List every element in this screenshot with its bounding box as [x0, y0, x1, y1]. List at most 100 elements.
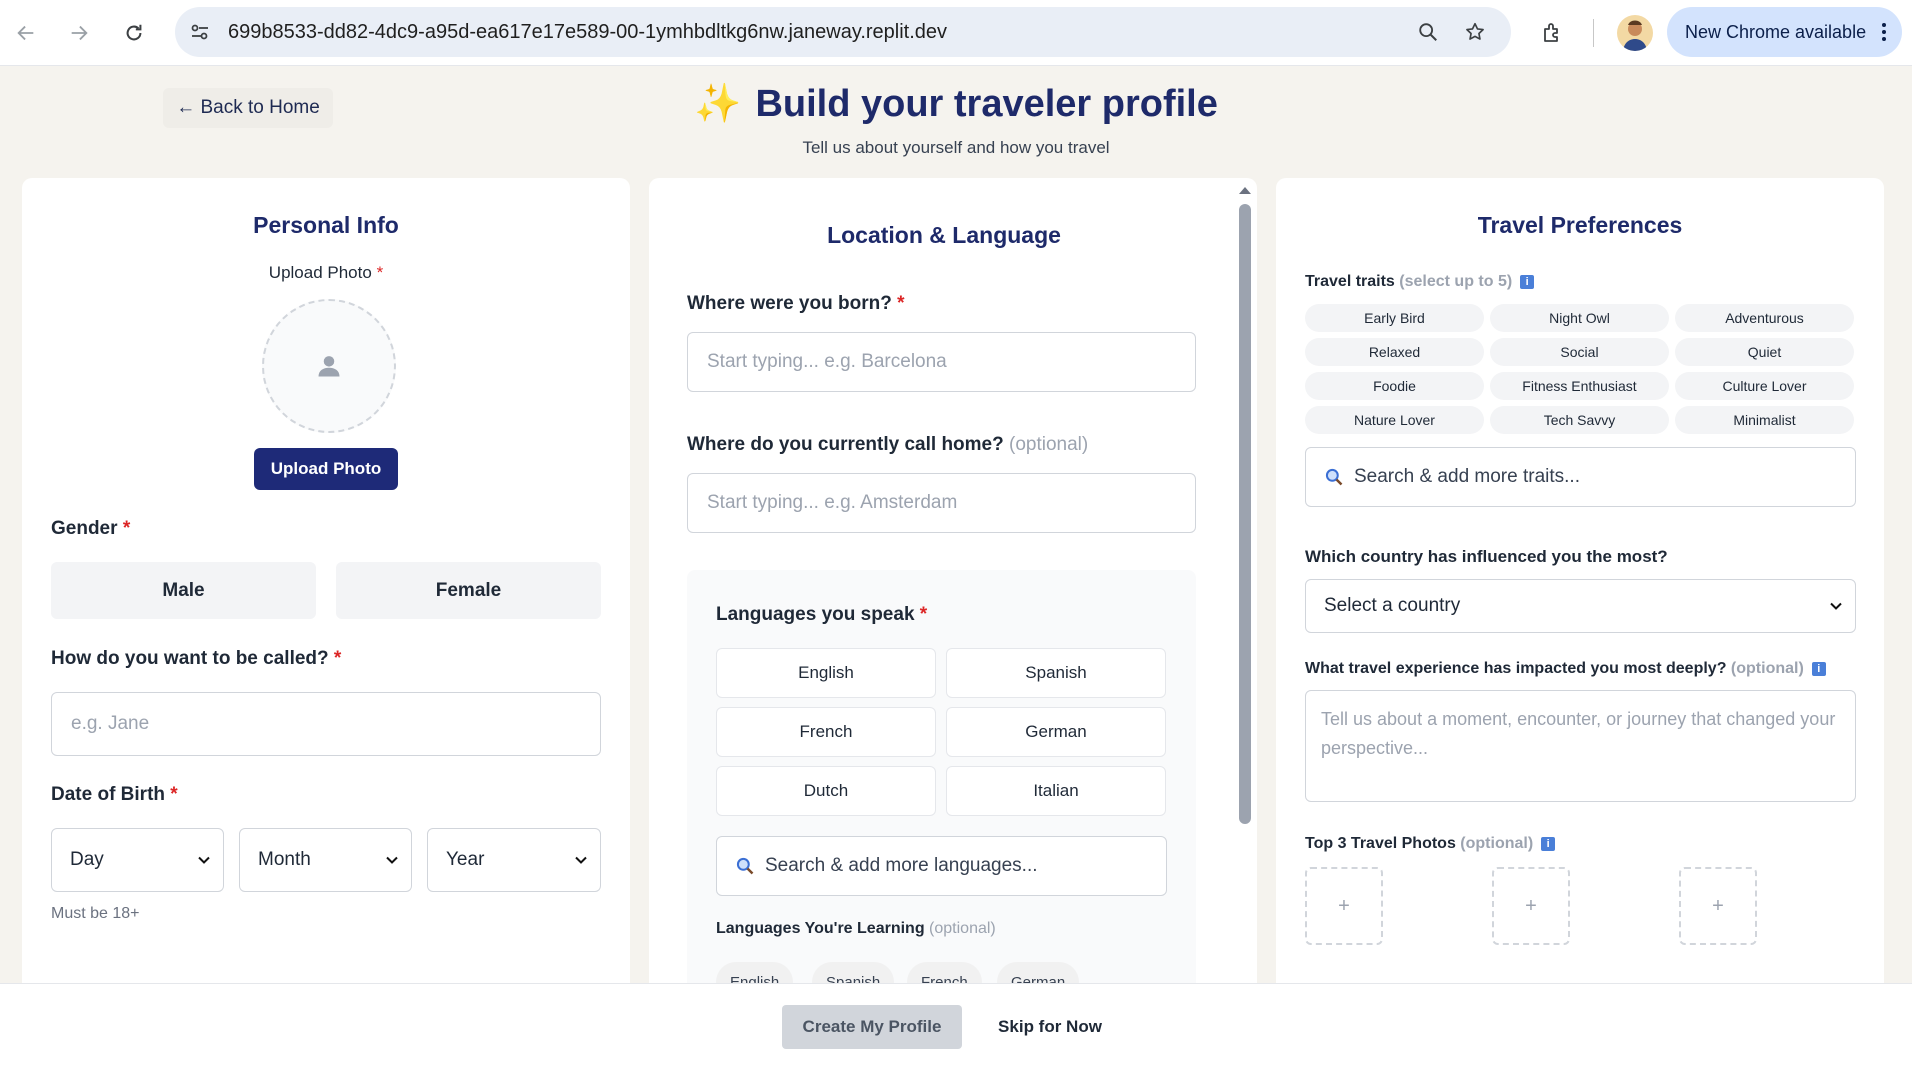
trait-search-placeholder: Search & add more traits... [1354, 466, 1580, 487]
forward-arrow-icon[interactable] [60, 14, 98, 52]
home-input[interactable]: Start typing... e.g. Amsterdam [687, 473, 1196, 533]
update-label: New Chrome available [1685, 22, 1867, 42]
name-label: How do you want to be called? * [51, 648, 341, 670]
chevron-down-icon [198, 856, 210, 864]
scrollbar-thumb[interactable] [1239, 204, 1251, 824]
info-icon[interactable]: i [1541, 837, 1556, 851]
learning-label: Languages You're Learning (optional) [716, 920, 996, 938]
trait-search-input[interactable]: Search & add more traits... [1305, 447, 1856, 507]
born-label-text: Where were you born? [687, 293, 892, 314]
required-mark: * [333, 648, 342, 669]
gender-female-button[interactable]: Female [336, 562, 601, 619]
traits-hint: (select up to 5) [1399, 273, 1513, 290]
language-english[interactable]: English [716, 648, 936, 698]
upload-photo-button[interactable]: Upload Photo [254, 448, 398, 490]
dob-month-value: Month [258, 849, 311, 870]
photos-optional: (optional) [1460, 835, 1534, 852]
skip-button[interactable]: Skip for Now [990, 1005, 1110, 1049]
country-select[interactable]: Select a country [1305, 579, 1856, 633]
born-label: Where were you born? * [687, 293, 905, 315]
url-text[interactable]: 699b8533-dd82-4dc9-a95d-ea617e17e589-00-… [228, 7, 947, 57]
dob-label-text: Date of Birth [51, 784, 165, 805]
chevron-down-icon [1830, 602, 1842, 610]
bookmark-star-icon[interactable] [1462, 19, 1488, 45]
language-search-input[interactable]: Search & add more languages... [716, 836, 1167, 896]
experience-textarea[interactable]: Tell us about a moment, encounter, or jo… [1305, 690, 1856, 802]
travel-preferences-card: Travel Preferences Travel traits (select… [1276, 178, 1884, 1008]
photos-label: Top 3 Travel Photos (optional) i [1305, 835, 1556, 853]
language-spanish[interactable]: Spanish [946, 648, 1166, 698]
trait-chip[interactable]: Nature Lover [1305, 406, 1484, 434]
travel-photo-slot-1[interactable]: + [1305, 867, 1383, 945]
trait-chip[interactable]: Night Owl [1490, 304, 1669, 332]
browser-toolbar: 699b8533-dd82-4dc9-a95d-ea617e17e589-00-… [0, 0, 1912, 66]
dob-day-select[interactable]: Day [51, 828, 224, 892]
traits-label: Travel traits (select up to 5) i [1305, 273, 1535, 291]
toolbar-divider [1593, 19, 1594, 47]
trait-chip[interactable]: Fitness Enthusiast [1490, 372, 1669, 400]
location-language-title: Location & Language [827, 222, 1061, 248]
info-icon[interactable]: i [1811, 662, 1826, 676]
scroll-up-arrow-icon[interactable] [1237, 183, 1253, 197]
profile-avatar[interactable] [1617, 15, 1653, 51]
extensions-icon[interactable] [1533, 14, 1571, 52]
trait-chip[interactable]: Minimalist [1675, 406, 1854, 434]
dob-hint: Must be 18+ [51, 905, 140, 922]
gender-male-button[interactable]: Male [51, 562, 316, 619]
reload-icon[interactable] [115, 14, 153, 52]
page-subtitle: Tell us about yourself and how you trave… [802, 138, 1110, 157]
page-title-text: Build your traveler profile [755, 83, 1218, 125]
language-german[interactable]: German [946, 707, 1166, 757]
languages-label: Languages you speak * [716, 604, 927, 626]
chrome-update-button[interactable]: New Chrome available [1667, 7, 1902, 57]
location-language-card: Location & Language Where were you born?… [649, 178, 1257, 1008]
sparkles-icon: ✨ [694, 83, 742, 125]
info-icon[interactable]: i [1520, 275, 1535, 289]
trait-chip[interactable]: Adventurous [1675, 304, 1854, 332]
travel-photo-slot-3[interactable]: + [1679, 867, 1757, 945]
more-menu-icon[interactable] [1882, 22, 1886, 42]
trait-chip[interactable]: Quiet [1675, 338, 1854, 366]
name-label-text: How do you want to be called? [51, 648, 329, 669]
back-arrow-icon[interactable] [7, 14, 45, 52]
trait-chip[interactable]: Culture Lover [1675, 372, 1854, 400]
photo-placeholder[interactable] [262, 299, 396, 433]
language-french[interactable]: French [716, 707, 936, 757]
search-icon [736, 857, 754, 875]
gender-label: Gender * [51, 518, 130, 540]
personal-info-card: Personal Info Upload Photo * Upload Phot… [22, 178, 630, 1008]
chevron-down-icon [386, 856, 398, 864]
experience-optional: (optional) [1730, 660, 1804, 677]
trait-chip[interactable]: Foodie [1305, 372, 1484, 400]
trait-chip[interactable]: Social [1490, 338, 1669, 366]
photos-label-text: Top 3 Travel Photos [1305, 835, 1456, 852]
dob-year-select[interactable]: Year [427, 828, 601, 892]
home-label: Where do you currently call home? (optio… [687, 434, 1088, 456]
zoom-icon[interactable] [1415, 19, 1441, 45]
learning-label-text: Languages You're Learning [716, 920, 925, 937]
languages-label-text: Languages you speak [716, 604, 915, 625]
chevron-down-icon [575, 856, 587, 864]
trait-chip[interactable]: Early Bird [1305, 304, 1484, 332]
trait-chip[interactable]: Tech Savvy [1490, 406, 1669, 434]
home-label-text: Where do you currently call home? [687, 434, 1004, 455]
learning-optional: (optional) [929, 920, 996, 937]
language-search-placeholder: Search & add more languages... [765, 855, 1038, 876]
travel-preferences-title: Travel Preferences [1477, 212, 1683, 238]
search-icon [1325, 468, 1343, 486]
site-settings-icon[interactable] [187, 19, 213, 45]
language-dutch[interactable]: Dutch [716, 766, 936, 816]
required-mark: * [919, 604, 928, 625]
create-profile-button[interactable]: Create My Profile [782, 1005, 962, 1049]
required-mark: * [376, 263, 384, 282]
language-italian[interactable]: Italian [946, 766, 1166, 816]
dob-month-select[interactable]: Month [239, 828, 412, 892]
country-label: Which country has influenced you the mos… [1305, 547, 1668, 566]
name-input[interactable]: e.g. Jane [51, 692, 601, 756]
born-input[interactable]: Start typing... e.g. Barcelona [687, 332, 1196, 392]
trait-chip[interactable]: Relaxed [1305, 338, 1484, 366]
dob-day-value: Day [70, 849, 104, 870]
languages-panel: Languages you speak * English Spanish Fr… [687, 570, 1196, 1008]
address-bar[interactable]: 699b8533-dd82-4dc9-a95d-ea617e17e589-00-… [175, 7, 1511, 57]
travel-photo-slot-2[interactable]: + [1492, 867, 1570, 945]
